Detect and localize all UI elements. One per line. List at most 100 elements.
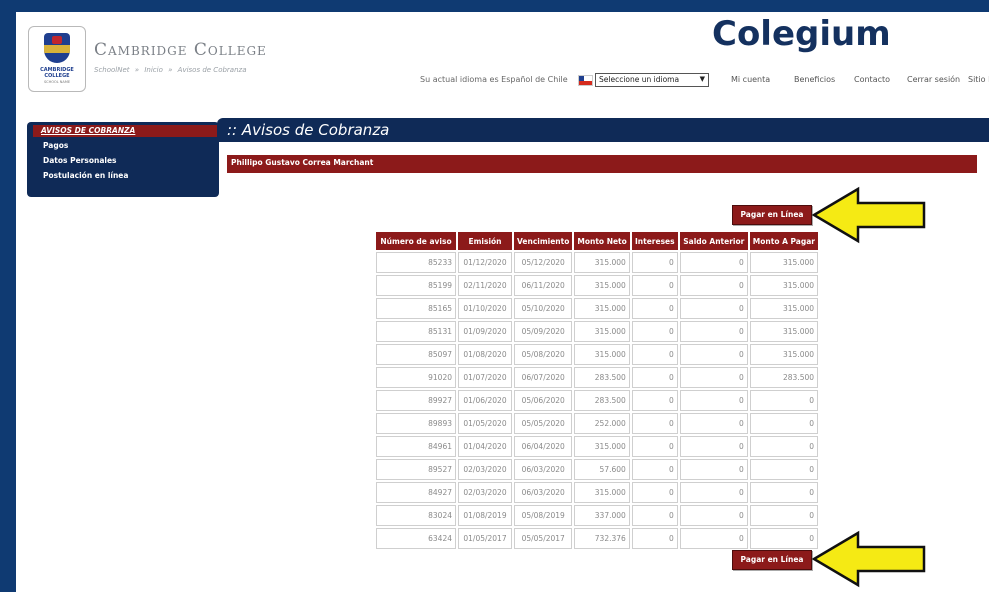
- nav-mi-cuenta[interactable]: Mi cuenta: [731, 75, 770, 84]
- chevron-down-icon: ▼: [699, 75, 705, 83]
- billing-notices-table: Número de aviso Emisión Vencimiento Mont…: [374, 230, 820, 551]
- sidebar: AVISOS DE COBRANZA Pagos Datos Personale…: [27, 122, 219, 197]
- header-intereses: Intereses: [631, 232, 678, 250]
- nav-sitio-nuevo[interactable]: Sitio Nue: [968, 75, 989, 84]
- cell-monto-neto: 252.000: [574, 413, 630, 434]
- cell-monto-neto: 315.000: [574, 298, 630, 319]
- header-numero-aviso: Número de aviso: [376, 232, 456, 250]
- cell-emision: 01/08/2020: [458, 344, 512, 365]
- cell-vencimiento: 06/07/2020: [514, 367, 573, 388]
- language-select[interactable]: Seleccione un idioma ▼: [595, 73, 709, 87]
- breadcrumb-schoolnet[interactable]: SchoolNet: [94, 66, 130, 74]
- cell-monto-a-pagar: 0: [749, 390, 819, 411]
- table-row: 89527 02/03/2020 06/03/2020 57.600 0 0 0: [376, 459, 819, 480]
- cell-monto-a-pagar: 0: [749, 436, 819, 457]
- table-row: 85233 01/12/2020 05/12/2020 315.000 0 0 315.00…: [376, 252, 819, 273]
- cell-intereses: 0: [631, 390, 678, 411]
- cell-monto-a-pagar: 315.000: [749, 275, 819, 296]
- logo-subtext: SCHOOL NAME: [43, 80, 71, 84]
- cell-monto-neto: 315.000: [574, 321, 630, 342]
- table-row: 83024 01/08/2019 05/08/2019 337.000 0 0 0: [376, 505, 819, 526]
- sidebar-item-postulacion[interactable]: Postulación en línea: [43, 171, 128, 180]
- table-row: 85199 02/11/2020 06/11/2020 315.000 0 0 315.00…: [376, 275, 819, 296]
- cell-numero-aviso: 63424: [376, 528, 456, 549]
- cell-emision: 01/06/2020: [458, 390, 512, 411]
- cell-numero-aviso: 89893: [376, 413, 456, 434]
- breadcrumb-separator: »: [168, 66, 173, 74]
- cell-numero-aviso: 85165: [376, 298, 456, 319]
- cell-monto-neto: 315.000: [574, 482, 630, 503]
- table-row: 85131 01/09/2020 05/09/2020 315.000 0 0 315.00…: [376, 321, 819, 342]
- student-name-bar: Phillipo Gustavo Correa Marchant: [227, 155, 977, 173]
- cell-saldo-anterior: 0: [679, 528, 748, 549]
- page: CAMBRIDGE COLLEGE SCHOOL NAME Cambridge …: [16, 12, 989, 592]
- breadcrumb-inicio[interactable]: Inicio: [144, 66, 163, 74]
- pay-online-button-bottom[interactable]: Pagar en Línea: [732, 550, 812, 570]
- sidebar-item-pagos[interactable]: Pagos: [43, 141, 68, 150]
- cell-emision: 02/03/2020: [458, 482, 512, 503]
- cell-monto-a-pagar: 0: [749, 459, 819, 480]
- page-title: :: Avisos de Cobranza: [227, 121, 390, 139]
- cell-intereses: 0: [631, 528, 678, 549]
- colegium-logo[interactable]: Colegium: [712, 14, 891, 54]
- cell-vencimiento: 05/09/2020: [514, 321, 573, 342]
- cell-intereses: 0: [631, 344, 678, 365]
- top-navigation: Su actual idioma es Español de Chile Sel…: [420, 72, 989, 88]
- cell-emision: 01/05/2020: [458, 413, 512, 434]
- cell-monto-neto: 315.000: [574, 275, 630, 296]
- cell-vencimiento: 05/10/2020: [514, 298, 573, 319]
- table-row: 84927 02/03/2020 06/03/2020 315.000 0 0 0: [376, 482, 819, 503]
- cell-numero-aviso: 85199: [376, 275, 456, 296]
- browser-frame-left: [0, 0, 16, 592]
- cell-monto-a-pagar: 0: [749, 413, 819, 434]
- cell-saldo-anterior: 0: [679, 367, 748, 388]
- cell-vencimiento: 05/05/2017: [514, 528, 573, 549]
- cell-numero-aviso: 85131: [376, 321, 456, 342]
- cell-monto-a-pagar: 315.000: [749, 252, 819, 273]
- cell-emision: 01/08/2019: [458, 505, 512, 526]
- cell-saldo-anterior: 0: [679, 344, 748, 365]
- sidebar-item-avisos-de-cobranza[interactable]: AVISOS DE COBRANZA: [33, 125, 217, 137]
- sidebar-item-datos-personales[interactable]: Datos Personales: [43, 156, 117, 165]
- cell-vencimiento: 06/03/2020: [514, 482, 573, 503]
- cell-intereses: 0: [631, 459, 678, 480]
- cell-numero-aviso: 84927: [376, 482, 456, 503]
- cell-emision: 02/11/2020: [458, 275, 512, 296]
- cell-intereses: 0: [631, 482, 678, 503]
- arrow-left-icon: [812, 530, 926, 588]
- breadcrumb: SchoolNet » Inicio » Avisos de Cobranza: [94, 66, 250, 74]
- table-row: 89893 01/05/2020 05/05/2020 252.000 0 0 0: [376, 413, 819, 434]
- cell-monto-neto: 315.000: [574, 344, 630, 365]
- nav-contacto[interactable]: Contacto: [854, 75, 890, 84]
- sidebar-item-label: AVISOS DE COBRANZA: [41, 126, 136, 135]
- cell-monto-a-pagar: 0: [749, 528, 819, 549]
- cell-intereses: 0: [631, 436, 678, 457]
- school-logo[interactable]: CAMBRIDGE COLLEGE SCHOOL NAME: [28, 26, 86, 92]
- chile-flag-icon: [578, 75, 593, 86]
- logo-text: CAMBRIDGE COLLEGE: [40, 67, 74, 79]
- cell-numero-aviso: 83024: [376, 505, 456, 526]
- cell-vencimiento: 05/05/2020: [514, 413, 573, 434]
- nav-cerrar-sesion[interactable]: Cerrar sesión: [907, 75, 960, 84]
- header-vencimiento: Vencimiento: [514, 232, 573, 250]
- cell-intereses: 0: [631, 275, 678, 296]
- browser-frame-top: [0, 0, 989, 12]
- cell-monto-a-pagar: 315.000: [749, 344, 819, 365]
- cell-monto-a-pagar: 315.000: [749, 298, 819, 319]
- table-row: 91020 01/07/2020 06/07/2020 283.500 0 0 283.50…: [376, 367, 819, 388]
- cell-monto-a-pagar: 283.500: [749, 367, 819, 388]
- nav-beneficios[interactable]: Beneficios: [794, 75, 835, 84]
- header-emision: Emisión: [458, 232, 512, 250]
- breadcrumb-current: Avisos de Cobranza: [177, 66, 247, 74]
- cell-emision: 01/12/2020: [458, 252, 512, 273]
- pay-online-button-top[interactable]: Pagar en Línea: [732, 205, 812, 225]
- cell-saldo-anterior: 0: [679, 390, 748, 411]
- cell-saldo-anterior: 0: [679, 413, 748, 434]
- cell-saldo-anterior: 0: [679, 505, 748, 526]
- cell-vencimiento: 05/12/2020: [514, 252, 573, 273]
- cell-numero-aviso: 89927: [376, 390, 456, 411]
- cell-emision: 01/04/2020: [458, 436, 512, 457]
- language-select-value: Seleccione un idioma: [599, 75, 680, 84]
- cell-emision: 01/09/2020: [458, 321, 512, 342]
- header-monto-neto: Monto Neto: [574, 232, 630, 250]
